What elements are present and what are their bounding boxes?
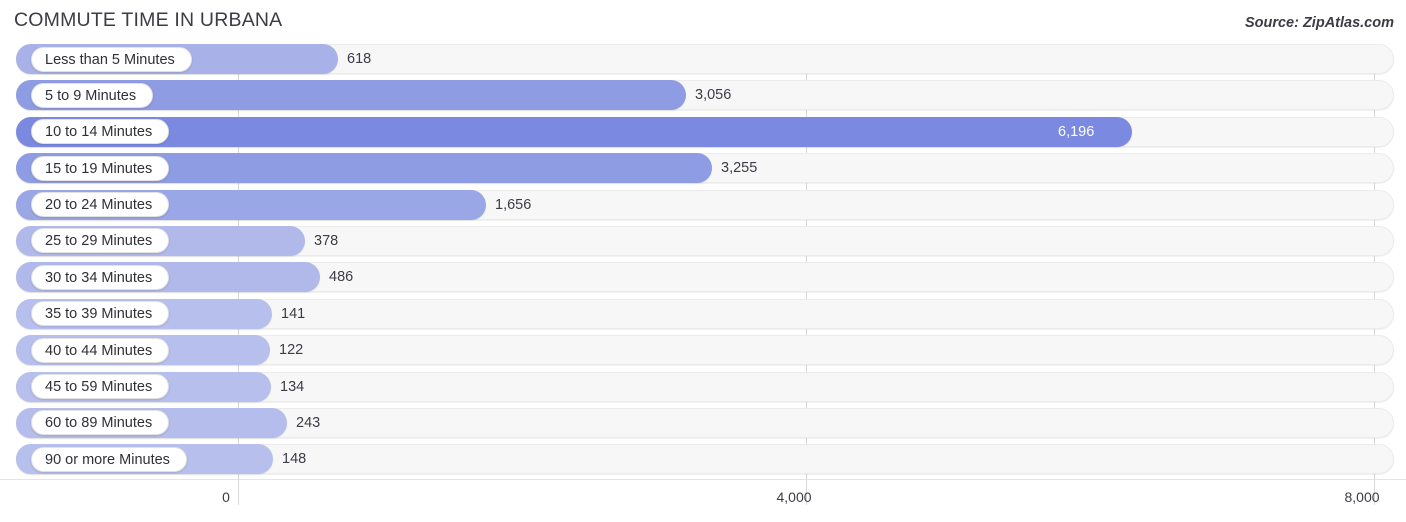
axis-tick-label: 8,000: [1344, 489, 1380, 505]
bar-value-label: 1,656: [495, 196, 532, 213]
bar-category-label: 30 to 34 Minutes: [31, 264, 170, 290]
bar-row[interactable]: 141 35 to 39 Minutes: [0, 298, 1406, 329]
bar-category-label: 25 to 29 Minutes: [31, 228, 170, 254]
chart-plot-area: 618 Less than 5 Minutes 3,056 5 to 9 Minute…: [0, 44, 1406, 484]
bar-value-label: 122: [279, 342, 304, 359]
bar-fill[interactable]: [16, 116, 1132, 147]
axis-tick-mark: [238, 479, 239, 505]
bar-row[interactable]: 243 60 to 89 Minutes: [0, 407, 1406, 438]
bar-row[interactable]: 3,056 5 to 9 Minutes: [0, 80, 1406, 111]
bar-value-label: 3,056: [695, 87, 732, 104]
bar-row[interactable]: 148 90 or more Minutes: [0, 444, 1406, 475]
bar-row[interactable]: 122 40 to 44 Minutes: [0, 335, 1406, 366]
axis-tick-label: 0: [222, 489, 230, 505]
bar-value-label: 141: [281, 305, 306, 322]
bar-category-label: 35 to 39 Minutes: [31, 301, 170, 327]
bar-row[interactable]: 3,255 15 to 19 Minutes: [0, 153, 1406, 184]
bar-value-label: 6,196: [1058, 123, 1095, 140]
bar-category-label: 90 or more Minutes: [31, 446, 187, 472]
source-attribution: Source: ZipAtlas.com: [1244, 15, 1394, 31]
bar-value-label: 3,255: [721, 160, 758, 177]
bar-row[interactable]: 486 30 to 34 Minutes: [0, 262, 1406, 293]
bar-value-label: 618: [347, 51, 372, 67]
bar-category-label: 15 to 19 Minutes: [31, 155, 170, 181]
bar-category-label: 40 to 44 Minutes: [31, 337, 170, 363]
bar-row[interactable]: 1,656 20 to 24 Minutes: [0, 189, 1406, 220]
bar-value-label: 486: [329, 269, 354, 286]
bar-row[interactable]: 378 25 to 29 Minutes: [0, 225, 1406, 256]
bar-row[interactable]: 6,196 10 to 14 Minutes: [0, 116, 1406, 147]
bar-category-label: 5 to 9 Minutes: [31, 82, 154, 108]
bar-category-label: Less than 5 Minutes: [31, 46, 192, 72]
bar-category-label: 20 to 24 Minutes: [31, 192, 170, 218]
axis-rule: [0, 479, 1406, 480]
bar-value-label: 134: [280, 378, 305, 395]
axis-tick-label: 4,000: [776, 489, 812, 505]
bar-category-label: 60 to 89 Minutes: [31, 410, 170, 436]
bar-row[interactable]: 618 Less than 5 Minutes: [0, 44, 1406, 74]
bar-value-label: 378: [314, 232, 339, 249]
chart-header: COMMUTE TIME IN URBANA Source: ZipAtlas.…: [0, 0, 1406, 44]
bar-value-label: 148: [282, 451, 307, 468]
x-axis: 0 4,000 8,000: [0, 479, 1406, 522]
page-title: COMMUTE TIME IN URBANA: [14, 9, 283, 31]
bar-value-label: 243: [296, 414, 321, 431]
bar-category-label: 45 to 59 Minutes: [31, 374, 170, 400]
bar-row[interactable]: 134 45 to 59 Minutes: [0, 371, 1406, 402]
bar-rows: 618 Less than 5 Minutes 3,056 5 to 9 Minute…: [0, 44, 1406, 481]
bar-category-label: 10 to 14 Minutes: [31, 119, 170, 145]
